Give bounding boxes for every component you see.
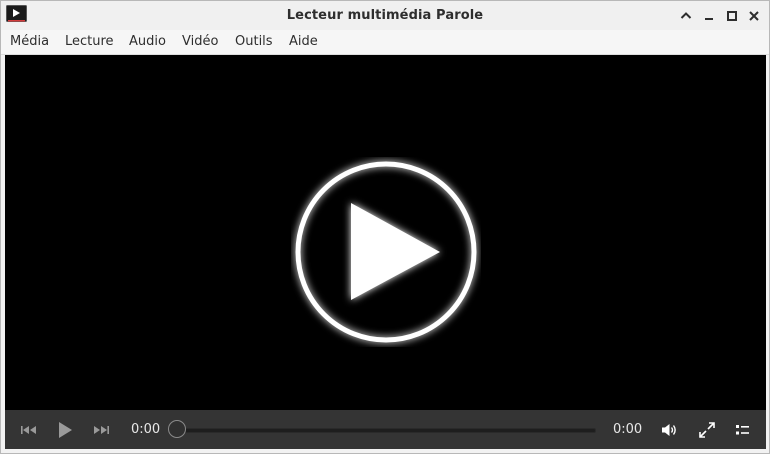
close-icon[interactable]	[746, 8, 762, 24]
volume-icon[interactable]	[660, 420, 680, 440]
big-play-icon[interactable]	[291, 157, 481, 347]
total-time: 0:00	[613, 422, 643, 437]
next-track-icon[interactable]	[91, 420, 111, 440]
menu-bar: Média Lecture Audio Vidéo Outils Aide	[1, 30, 769, 55]
menu-aide[interactable]: Aide	[289, 34, 318, 49]
window-title: Lecteur multimédia Parole	[286, 8, 484, 23]
seek-handle[interactable]	[168, 420, 186, 438]
keep-above-icon[interactable]	[678, 8, 694, 24]
seek-bar[interactable]	[181, 428, 596, 433]
menu-outils[interactable]: Outils	[235, 34, 273, 49]
control-bar: 0:00 0:00	[5, 410, 766, 449]
play-icon[interactable]	[55, 420, 75, 440]
maximize-icon[interactable]	[724, 8, 740, 24]
video-area[interactable]	[5, 55, 766, 410]
title-bar[interactable]: Lecteur multimédia Parole	[1, 1, 769, 30]
menu-audio[interactable]: Audio	[129, 34, 166, 49]
menu-video[interactable]: Vidéo	[182, 34, 218, 49]
menu-media[interactable]: Média	[10, 34, 49, 49]
parole-window: Lecteur multimédia Parole Média Lecture	[0, 0, 770, 454]
fullscreen-icon[interactable]	[697, 420, 717, 440]
elapsed-time: 0:00	[131, 422, 161, 437]
playlist-icon[interactable]	[733, 420, 753, 440]
menu-lecture[interactable]: Lecture	[65, 34, 114, 49]
minimize-icon[interactable]	[701, 8, 717, 24]
previous-track-icon[interactable]	[19, 420, 39, 440]
